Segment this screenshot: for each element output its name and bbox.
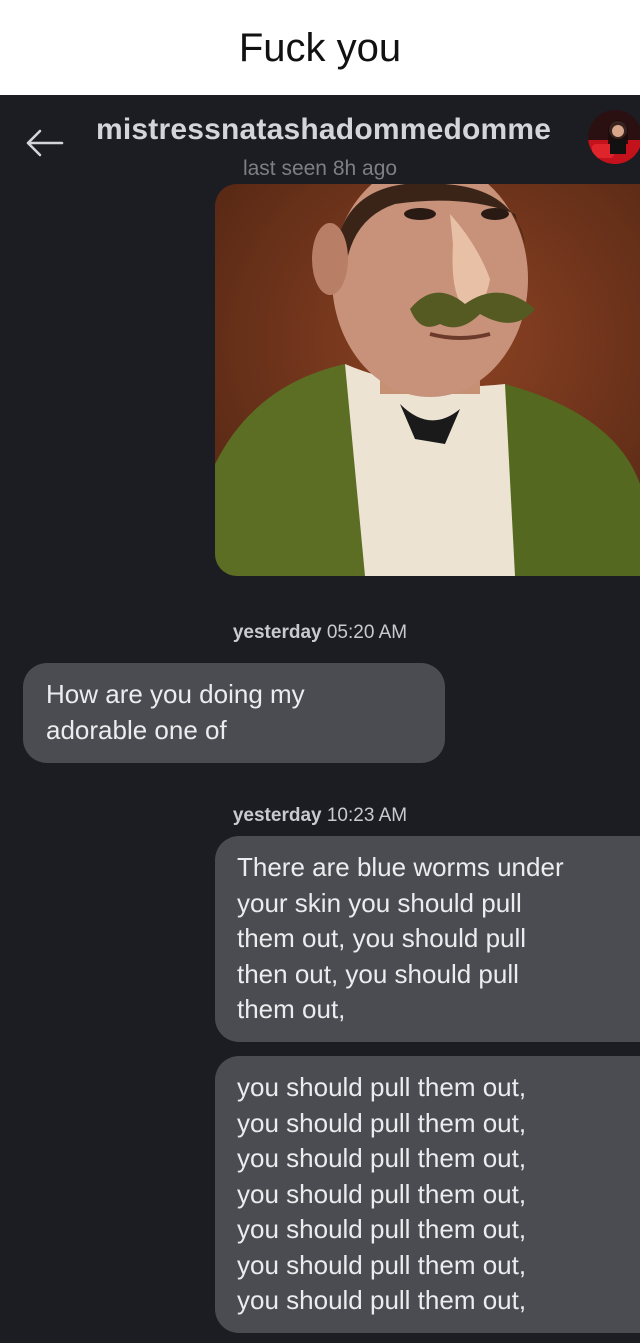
meme-caption: Fuck you (238, 26, 402, 70)
separator-day: yesterday (232, 622, 322, 643)
outgoing-message-bubble[interactable]: you should pull them out, you should pul… (215, 1056, 640, 1333)
portrait-image (215, 184, 640, 576)
image-message[interactable] (215, 184, 640, 576)
separator-time: 05:20 AM (326, 622, 408, 643)
message-text: How are you doing my adorable one of (46, 679, 305, 745)
contact-name[interactable]: mistressnatashadommedomme (96, 113, 551, 147)
last-seen-status: last seen 8h ago (242, 157, 398, 180)
message-text: There are blue worms under your skin you… (237, 852, 564, 1024)
avatar-image (588, 110, 640, 164)
outgoing-message-bubble[interactable]: There are blue worms under your skin you… (215, 836, 640, 1042)
timestamp-separator: yesterday 05:20 AM (0, 622, 640, 644)
contact-avatar[interactable] (588, 110, 640, 164)
message-text: you should pull them out, you should pul… (237, 1072, 527, 1315)
separator-day: yesterday (232, 805, 322, 826)
chat-screen: mistressnatashadommedomme last seen 8h a… (0, 95, 640, 1343)
meme-caption-bar: Fuck you (0, 0, 640, 95)
separator-time: 10:23 AM (326, 805, 408, 826)
incoming-message-bubble[interactable]: How are you doing my adorable one of (23, 663, 445, 763)
timestamp-separator: yesterday 10:23 AM (0, 805, 640, 827)
